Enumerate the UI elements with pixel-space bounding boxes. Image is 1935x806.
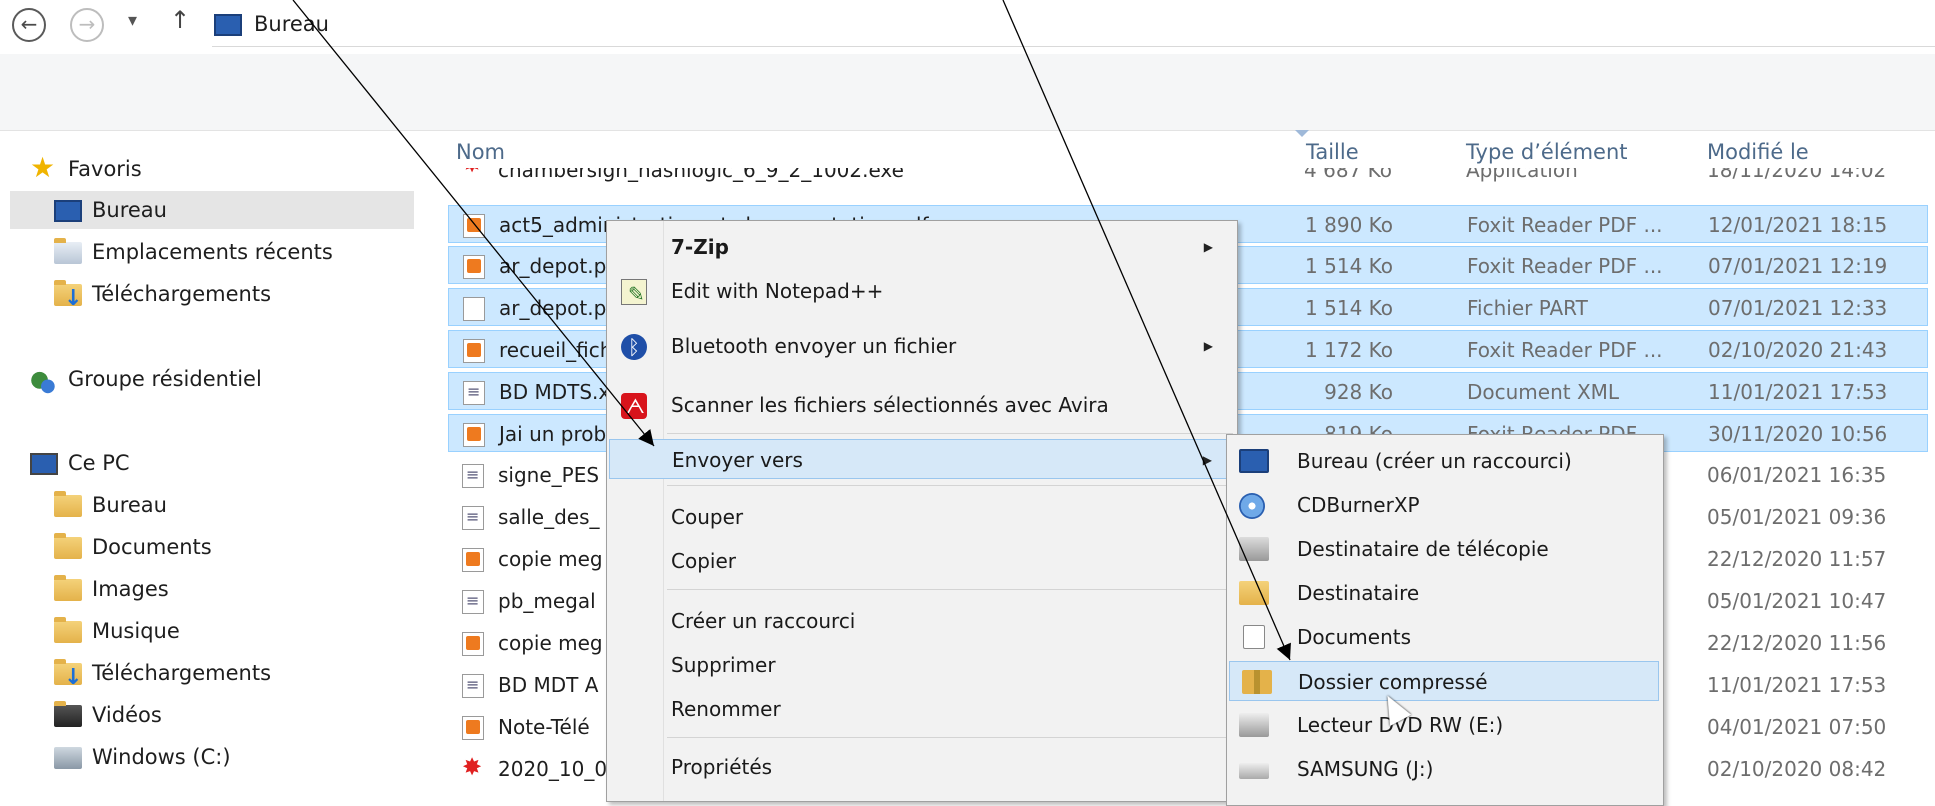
annotation-arrow-compressed: [1002, 0, 1291, 661]
annotation-arrows: [292, 0, 1291, 661]
annotation-arrow-send-to: [292, 0, 655, 447]
